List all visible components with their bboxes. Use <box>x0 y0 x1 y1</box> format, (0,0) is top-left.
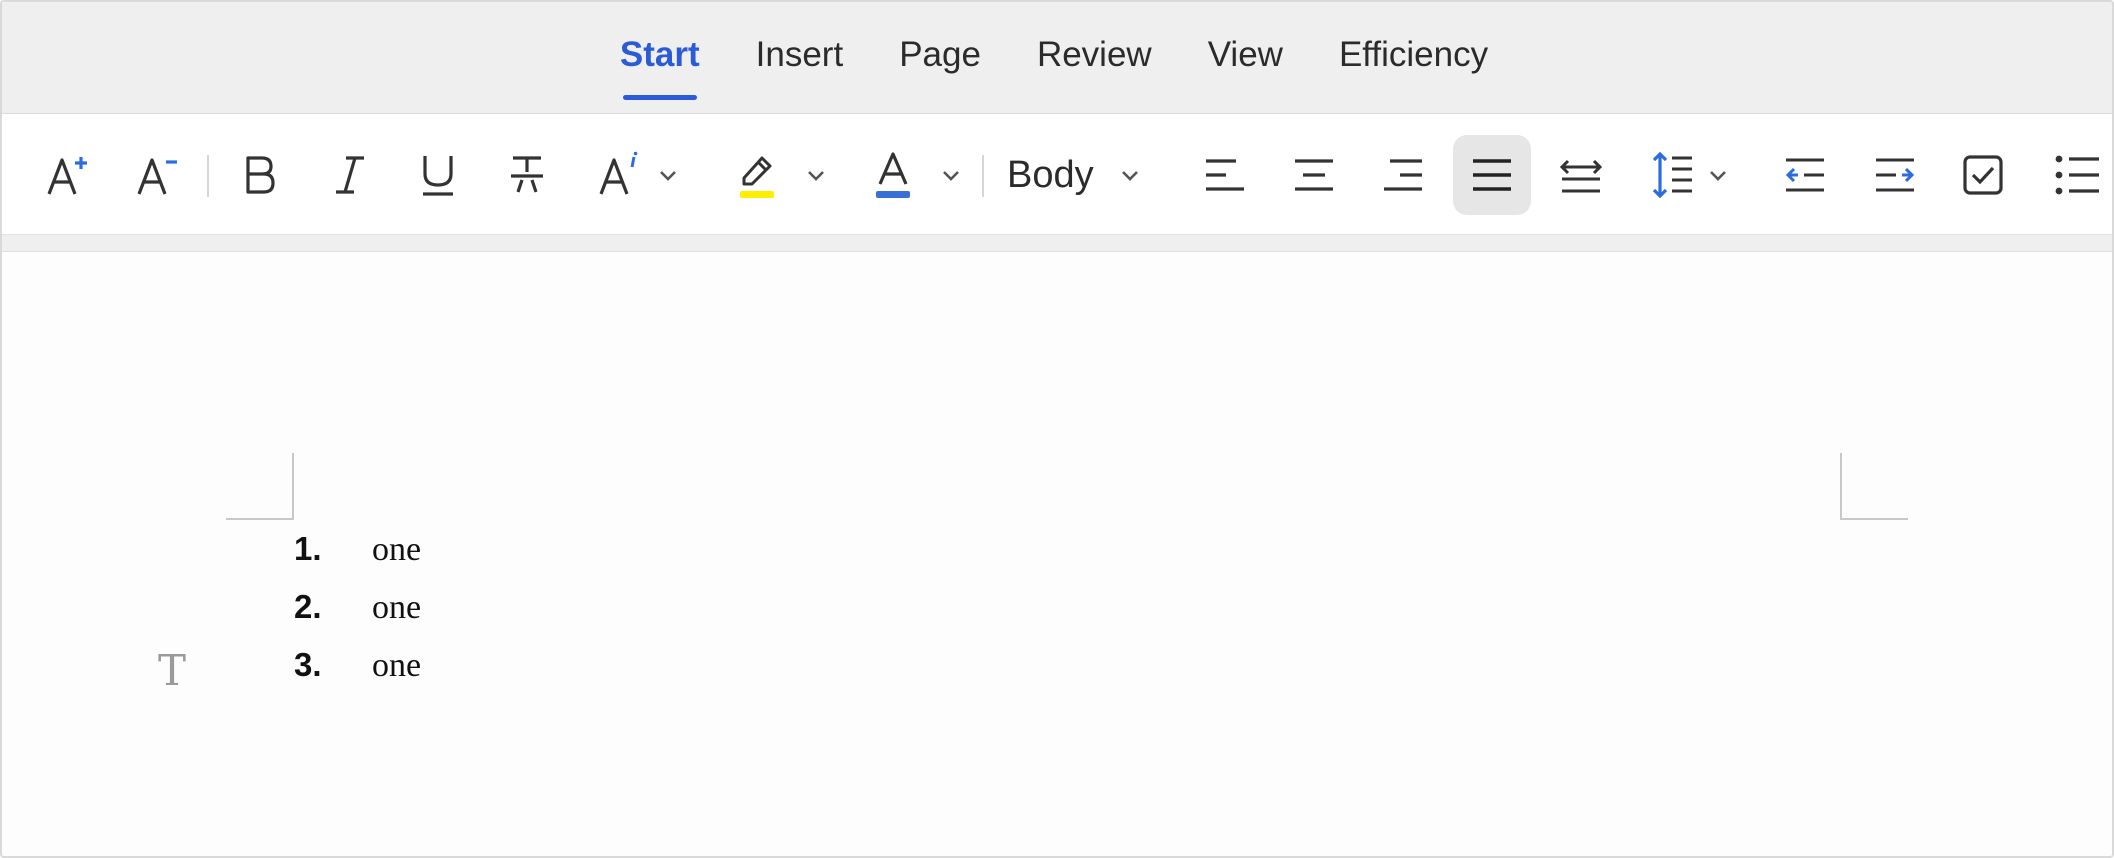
tab-review[interactable]: Review <box>1037 30 1152 100</box>
underline-icon <box>423 156 453 196</box>
decrease-font-size-icon <box>137 158 177 195</box>
underline-button[interactable] <box>410 135 466 215</box>
page-margin-corner-top-right <box>1840 453 1908 520</box>
list-item-text[interactable]: one <box>372 647 421 685</box>
distributed-align-button[interactable] <box>1553 135 1609 215</box>
align-center-icon <box>1295 159 1333 191</box>
tab-efficiency[interactable]: Efficiency <box>1339 30 1488 100</box>
justify-icon <box>1473 159 1511 191</box>
bulleted-list-icon <box>2055 155 2099 195</box>
chevron-down-icon <box>943 171 959 181</box>
bold-button[interactable] <box>232 135 288 215</box>
align-left-icon <box>1206 159 1244 191</box>
ribbon-tabs: Start Insert Page Review View Efficiency <box>2 30 2112 100</box>
tab-start[interactable]: Start <box>620 30 700 100</box>
highlighter-icon <box>740 156 774 198</box>
align-right-button[interactable] <box>1375 135 1431 215</box>
font-color-button[interactable] <box>868 135 968 215</box>
decrease-indent-icon <box>1785 158 1824 192</box>
ribbon-tab-bar: Start Insert Page Review View Efficiency <box>2 2 2112 114</box>
strikethrough-button[interactable] <box>499 135 555 215</box>
bulleted-list-button[interactable] <box>2047 135 2107 215</box>
distributed-icon <box>1559 159 1603 193</box>
checkbox-list-button[interactable] <box>1955 135 2011 215</box>
toolbar-separator <box>982 155 984 197</box>
increase-indent-button[interactable] <box>1867 135 1923 215</box>
strikethrough-icon <box>511 156 543 193</box>
justify-button[interactable] <box>1453 135 1531 215</box>
list-item[interactable]: 3. one <box>294 646 421 704</box>
line-spacing-icon <box>1652 151 1692 199</box>
paragraph-style-label: Body <box>1007 153 1094 196</box>
chevron-down-icon <box>808 171 824 181</box>
font-color-icon <box>876 152 910 198</box>
tab-page[interactable]: Page <box>899 30 981 100</box>
align-right-icon <box>1384 159 1422 191</box>
list-item-text[interactable]: one <box>372 531 421 569</box>
decrease-indent-button[interactable] <box>1777 135 1833 215</box>
list-item-text[interactable]: one <box>372 589 421 627</box>
formatting-toolbar: Body <box>2 115 2112 234</box>
toolbar-separator <box>207 155 209 197</box>
list-item[interactable]: 1. one <box>294 530 421 588</box>
chevron-down-icon <box>660 171 676 181</box>
tab-insert[interactable]: Insert <box>756 30 844 100</box>
increase-font-size-icon <box>47 157 87 195</box>
paragraph-style-dropdown[interactable]: Body <box>1007 135 1142 215</box>
toolbar-divider <box>2 234 2112 252</box>
italic-icon <box>336 156 364 194</box>
text-effect-button[interactable] <box>592 135 684 215</box>
list-item[interactable]: 2. one <box>294 588 421 646</box>
bold-icon <box>246 156 275 194</box>
align-left-button[interactable] <box>1197 135 1253 215</box>
list-number: 3. <box>294 646 322 683</box>
italic-button[interactable] <box>322 135 378 215</box>
increase-indent-icon <box>1876 158 1915 192</box>
numbered-list[interactable]: 1. one 2. one 3. one <box>294 530 421 704</box>
decrease-font-size-button[interactable] <box>130 135 186 215</box>
list-number: 1. <box>294 530 322 567</box>
checkbox-icon <box>1963 155 2003 195</box>
app-window: Start Insert Page Review View Efficiency <box>0 0 2114 858</box>
increase-font-size-button[interactable] <box>40 135 96 215</box>
highlight-color-button[interactable] <box>732 135 832 215</box>
align-center-button[interactable] <box>1286 135 1342 215</box>
document-canvas[interactable]: T 1. one 2. one 3. one <box>2 253 2112 856</box>
tab-view[interactable]: View <box>1208 30 1283 100</box>
text-cursor-marker: T <box>158 646 187 695</box>
chevron-down-icon <box>1121 171 1138 181</box>
chevron-down-icon <box>1710 171 1726 181</box>
page-margin-corner-top-left <box>226 453 294 520</box>
line-spacing-button[interactable] <box>1642 135 1738 215</box>
list-number: 2. <box>294 588 322 625</box>
text-effect-icon <box>599 151 638 195</box>
